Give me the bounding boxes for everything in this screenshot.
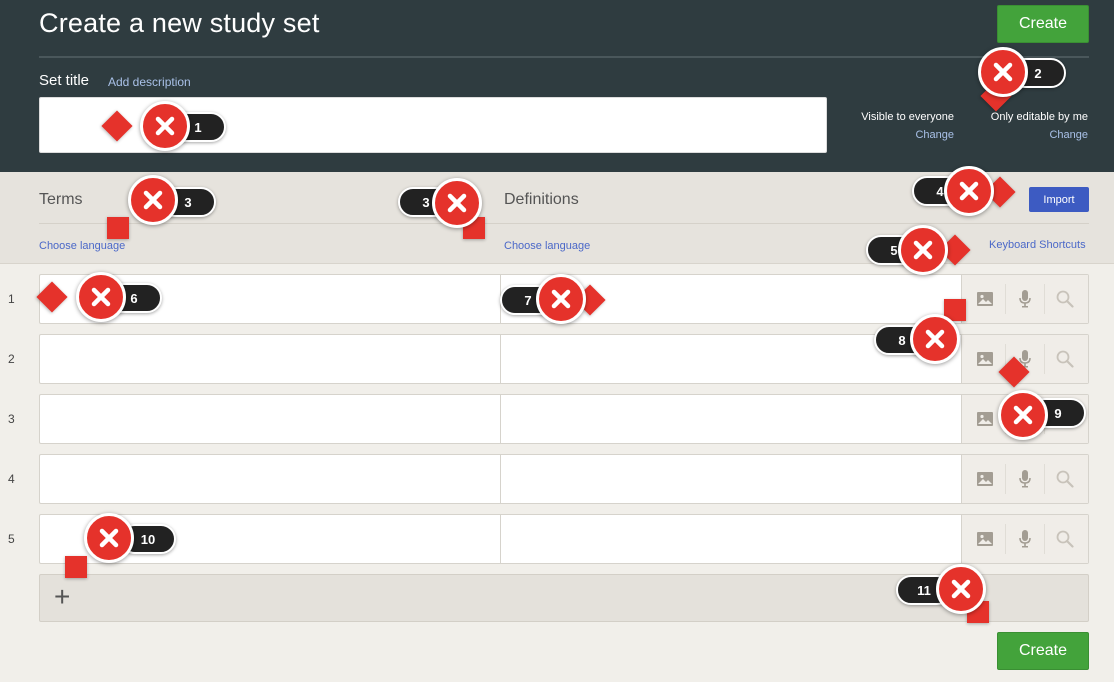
image-icon[interactable] (970, 404, 1000, 434)
close-icon (84, 513, 134, 563)
term-input[interactable] (40, 395, 501, 443)
editable-label: Only editable by me (990, 111, 1088, 123)
image-icon[interactable] (970, 344, 1000, 374)
marker-pointer (107, 217, 129, 239)
close-icon (998, 390, 1048, 440)
set-title-label: Set title (39, 72, 90, 89)
terms-choose-language-link[interactable]: Choose language (39, 240, 125, 252)
row-number: 5 (8, 532, 15, 546)
row-number: 4 (8, 472, 15, 486)
definitions-choose-language-link[interactable]: Choose language (504, 240, 590, 252)
close-icon (910, 314, 960, 364)
tool-divider (1044, 344, 1046, 374)
search-icon[interactable] (1050, 284, 1080, 314)
terms-heading: Terms (39, 191, 83, 208)
tool-divider (1004, 284, 1006, 314)
visibility-change-link[interactable]: Change (915, 129, 954, 141)
search-icon[interactable] (1050, 344, 1080, 374)
definition-input[interactable] (501, 455, 962, 503)
card-row (39, 394, 1089, 444)
card-row (39, 454, 1089, 504)
term-input[interactable] (40, 335, 501, 383)
editable-change-link[interactable]: Change (1049, 129, 1088, 141)
row-number: 3 (8, 412, 15, 426)
row-number: 2 (8, 352, 15, 366)
image-icon[interactable] (970, 284, 1000, 314)
tool-divider (1004, 464, 1006, 494)
create-button-bottom[interactable]: Create (997, 632, 1089, 670)
close-icon (140, 101, 190, 151)
keyboard-shortcuts-link[interactable]: Keyboard Shortcuts (989, 239, 1086, 251)
microphone-icon[interactable] (1010, 524, 1040, 554)
close-icon (978, 47, 1028, 97)
tool-divider (1044, 284, 1046, 314)
search-icon[interactable] (1050, 464, 1080, 494)
microphone-icon[interactable] (1010, 464, 1040, 494)
card-tools (962, 515, 1088, 563)
close-icon (898, 225, 948, 275)
page-title: Create a new study set (39, 8, 320, 38)
definitions-heading: Definitions (504, 191, 579, 208)
tool-divider (1004, 524, 1006, 554)
card-row (39, 514, 1089, 564)
create-button-top[interactable]: Create (997, 5, 1089, 43)
close-icon (936, 564, 986, 614)
search-icon[interactable] (1050, 524, 1080, 554)
visibility-label: Visible to everyone (861, 111, 954, 123)
plus-icon: + (54, 581, 71, 612)
card-tools (962, 455, 1088, 503)
image-icon[interactable] (970, 464, 1000, 494)
card-tools (962, 275, 1088, 323)
close-icon (128, 175, 178, 225)
close-icon (76, 272, 126, 322)
term-input[interactable] (40, 455, 501, 503)
marker-pointer (65, 556, 87, 578)
tool-divider (1044, 464, 1046, 494)
add-description-link[interactable]: Add description (108, 75, 191, 89)
close-icon (944, 166, 994, 216)
import-button[interactable]: Import (1029, 187, 1089, 212)
microphone-icon[interactable] (1010, 284, 1040, 314)
image-icon[interactable] (970, 524, 1000, 554)
header-divider (39, 56, 1089, 58)
definition-input[interactable] (501, 515, 962, 563)
close-icon (536, 274, 586, 324)
definition-input[interactable] (501, 395, 962, 443)
close-icon (432, 178, 482, 228)
tool-divider (1044, 524, 1046, 554)
row-number: 1 (8, 292, 15, 306)
band-divider (39, 223, 1089, 224)
